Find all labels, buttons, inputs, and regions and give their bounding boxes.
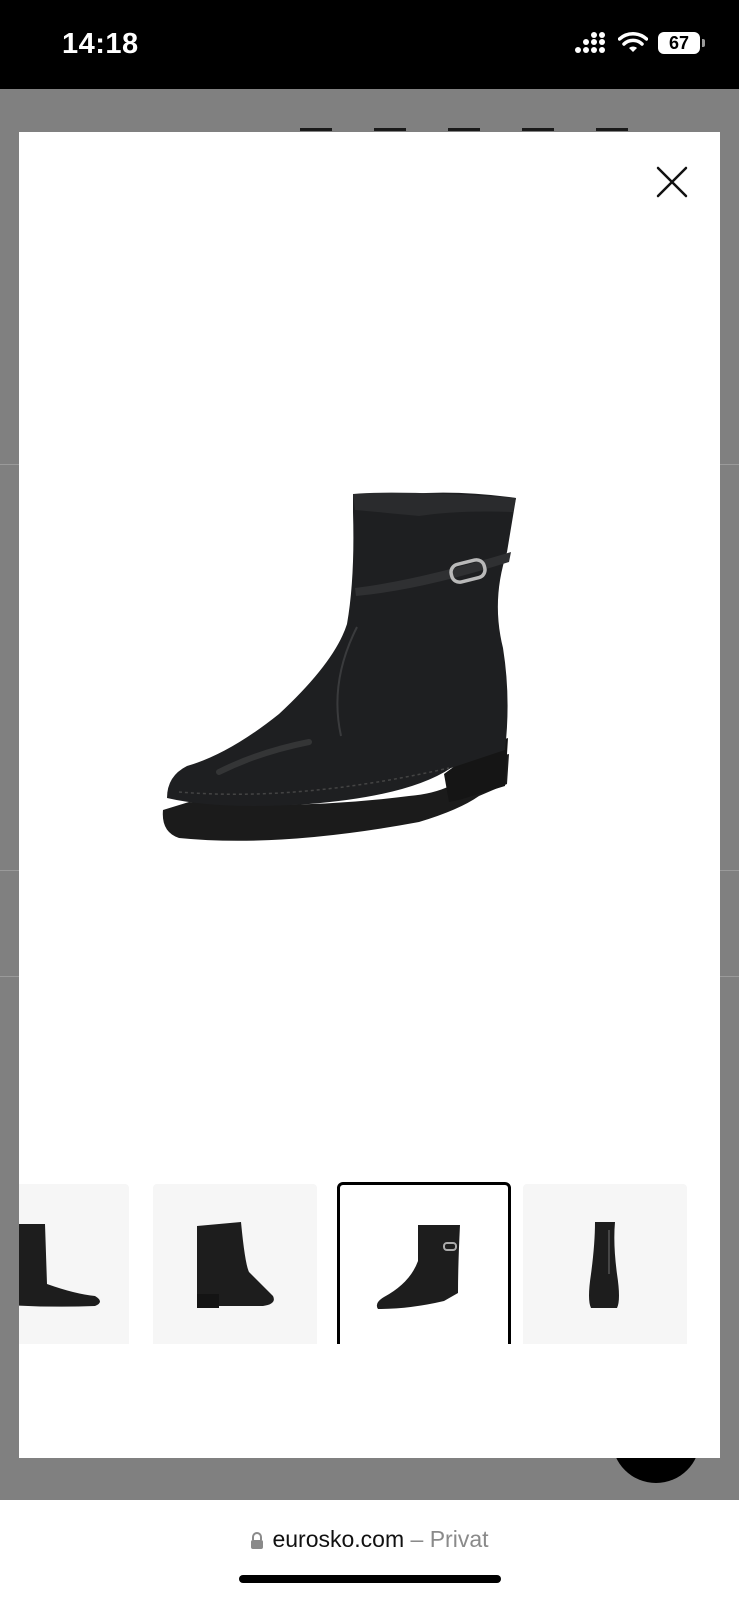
thumbnail-strip bbox=[19, 1174, 720, 1344]
thumbnail-front-angle[interactable] bbox=[337, 1182, 511, 1344]
status-icons: 67 bbox=[574, 32, 705, 54]
lock-icon bbox=[251, 1531, 264, 1549]
thumbnail-front-view[interactable] bbox=[523, 1184, 687, 1344]
battery-level: 67 bbox=[658, 32, 700, 54]
private-mode-label: Privat bbox=[429, 1526, 489, 1552]
cellular-signal-icon bbox=[575, 32, 605, 53]
browser-address-bar[interactable]: eurosko.com – Privat bbox=[0, 1500, 739, 1600]
thumbnail-back-angle[interactable] bbox=[153, 1184, 317, 1344]
main-product-image bbox=[162, 492, 516, 841]
status-time: 14:18 bbox=[62, 28, 139, 60]
url-domain: eurosko.com bbox=[272, 1526, 405, 1552]
url-separator: – bbox=[410, 1526, 424, 1552]
close-icon[interactable] bbox=[652, 162, 692, 202]
home-indicator bbox=[239, 1575, 501, 1583]
wifi-icon bbox=[618, 32, 648, 52]
status-bar: 14:18 67 bbox=[0, 0, 739, 89]
thumbnail-side-view[interactable] bbox=[19, 1184, 129, 1344]
battery-icon: 67 bbox=[658, 32, 705, 54]
image-viewer-modal bbox=[19, 132, 720, 1458]
url-display[interactable]: eurosko.com – Privat bbox=[0, 1526, 739, 1553]
